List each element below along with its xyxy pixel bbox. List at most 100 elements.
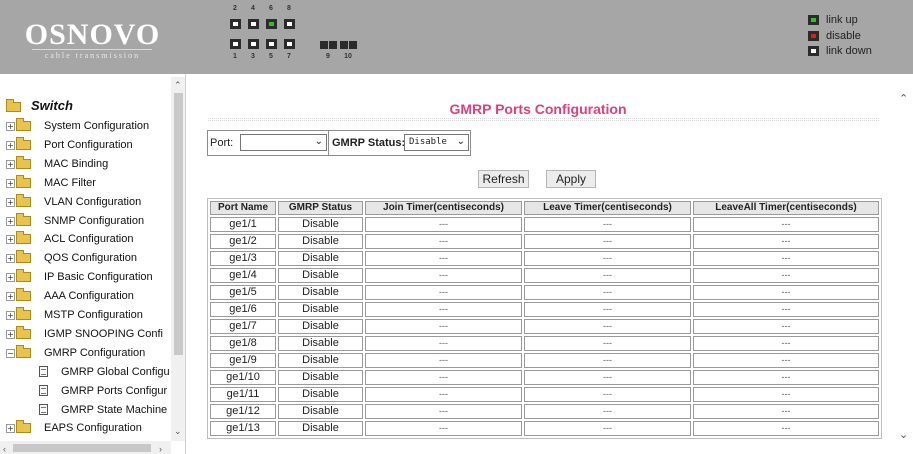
folder-icon: [16, 136, 31, 150]
scroll-down-icon[interactable]: ⌄: [174, 426, 182, 436]
table-row[interactable]: ge1/7 Disable --- --- ---: [210, 319, 879, 334]
sidebar-item-mac-binding[interactable]: + MAC Binding: [6, 155, 170, 172]
port-select[interactable]: ⌄: [240, 134, 327, 151]
sidebar-item-gmrp-global-configu[interactable]: GMRP Global Configu: [6, 364, 170, 380]
ethernet-port-icon[interactable]: [230, 19, 241, 29]
table-row[interactable]: ge1/2 Disable --- --- ---: [210, 234, 879, 249]
table-cell: ge1/6: [210, 302, 276, 317]
ethernet-port-icon[interactable]: [284, 19, 295, 29]
fiber-port-icon[interactable]: [320, 41, 328, 49]
fiber-port-icon[interactable]: [329, 41, 337, 49]
table-row[interactable]: ge1/9 Disable --- --- ---: [210, 353, 879, 368]
sidebar-item-label: GMRP Ports Configur: [61, 384, 168, 397]
expand-icon[interactable]: +: [6, 197, 15, 207]
expand-icon[interactable]: +: [6, 311, 15, 320]
folder-icon: [16, 212, 31, 226]
sidebar-item-eaps-configuration[interactable]: + EAPS Configuration: [6, 420, 170, 436]
ethernet-port-icon[interactable]: [248, 39, 259, 49]
table-row[interactable]: ge1/12 Disable --- --- ---: [210, 404, 879, 419]
fiber-port-icon[interactable]: [349, 41, 357, 49]
sidebar-hscroll-thumb[interactable]: [13, 444, 151, 452]
main-scroll-up-icon[interactable]: ⌃: [899, 92, 908, 105]
sidebar-item-gmrp-configuration[interactable]: − GMRP Configuration: [6, 344, 170, 361]
sidebar-item-igmp-snooping-confi[interactable]: + IGMP SNOOPING Confi: [6, 325, 170, 342]
ethernet-port-icon[interactable]: [284, 39, 295, 49]
table-cell: ---: [524, 370, 691, 385]
table-row[interactable]: ge1/4 Disable --- --- ---: [210, 268, 879, 283]
table-cell: Disable: [278, 285, 363, 300]
sidebar-item-vlan-configuration[interactable]: + VLAN Configuration: [6, 193, 170, 210]
table-cell: ---: [524, 404, 691, 419]
table-cell: ---: [365, 302, 522, 317]
port-number-label: 8: [287, 5, 291, 12]
folder-icon: [16, 193, 31, 207]
sidebar-item-gmrp-ports-configur[interactable]: GMRP Ports Configur: [6, 383, 170, 399]
table-cell: ---: [524, 234, 691, 249]
table-row[interactable]: ge1/6 Disable --- --- ---: [210, 302, 879, 317]
expand-icon[interactable]: +: [6, 159, 15, 169]
ethernet-port-icon[interactable]: [266, 19, 277, 29]
scroll-left-icon[interactable]: ‹: [3, 444, 6, 454]
expand-icon[interactable]: +: [6, 273, 15, 283]
expand-icon[interactable]: +: [6, 122, 15, 131]
scroll-right-icon[interactable]: ›: [159, 444, 162, 454]
legend-label: link up: [826, 14, 858, 26]
port-number-label: 2: [233, 5, 237, 12]
ethernet-port-icon[interactable]: [266, 39, 277, 49]
table-row[interactable]: ge1/5 Disable --- --- ---: [210, 285, 879, 300]
port-number-label: 9: [326, 53, 330, 60]
expand-icon[interactable]: +: [6, 235, 15, 245]
table-row[interactable]: ge1/8 Disable --- --- ---: [210, 336, 879, 351]
sidebar-item-ip-basic-configuration[interactable]: + IP Basic Configuration: [6, 269, 170, 285]
table-row[interactable]: ge1/11 Disable --- --- ---: [210, 387, 879, 402]
table-header-row: Port Name GMRP Status Join Timer(centise…: [210, 201, 879, 215]
apply-button[interactable]: Apply: [546, 170, 596, 188]
table-cell: Disable: [278, 302, 363, 317]
sidebar-item-qos-configuration[interactable]: + QOS Configuration: [6, 250, 170, 266]
port-number-label: 3: [251, 53, 255, 60]
table-row[interactable]: ge1/1 Disable --- --- ---: [210, 217, 879, 232]
table-cell: ge1/7: [210, 319, 276, 334]
sidebar-item-label: IGMP SNOOPING Confi: [44, 327, 163, 340]
port-number-label: 6: [269, 5, 273, 12]
ethernet-port-icon[interactable]: [230, 39, 241, 49]
expand-icon[interactable]: +: [6, 216, 15, 226]
table-row[interactable]: ge1/3 Disable --- --- ---: [210, 251, 879, 266]
sidebar-scroll-thumb[interactable]: [174, 93, 183, 355]
table-cell: ---: [693, 404, 879, 419]
main-scroll-down-icon[interactable]: ⌄: [899, 428, 908, 441]
table-row[interactable]: ge1/13 Disable --- --- ---: [210, 421, 879, 436]
sidebar-item-gmrp-state-machine[interactable]: GMRP State Machine: [6, 402, 170, 418]
table-cell: ge1/9: [210, 353, 276, 368]
refresh-button[interactable]: Refresh: [478, 170, 529, 188]
folder-icon: [16, 269, 31, 283]
expand-icon[interactable]: +: [6, 292, 15, 302]
table-cell: ---: [524, 353, 691, 368]
ethernet-port-icon[interactable]: [248, 19, 259, 29]
expand-icon[interactable]: +: [6, 329, 15, 339]
table-cell: ---: [524, 251, 691, 266]
sidebar-item-port-configuration[interactable]: + Port Configuration: [6, 136, 170, 153]
expand-icon[interactable]: +: [6, 254, 15, 264]
sidebar-item-acl-configuration[interactable]: + ACL Configuration: [6, 231, 170, 247]
table-cell: ---: [365, 421, 522, 436]
table-row[interactable]: ge1/10 Disable --- --- ---: [210, 370, 879, 385]
column-header: Leave Timer(centiseconds): [524, 201, 691, 215]
legend-label: disable: [826, 30, 861, 42]
sidebar-item-aaa-configuration[interactable]: + AAA Configuration: [6, 288, 170, 304]
expand-icon[interactable]: +: [6, 140, 15, 150]
brand-divider: [32, 49, 152, 50]
table-cell: ---: [524, 217, 691, 232]
scroll-up-icon[interactable]: ⌃: [174, 80, 182, 90]
sidebar-item-mstp-configuration[interactable]: + MSTP Configuration: [6, 307, 170, 323]
gmrp-status-select[interactable]: Disable ⌄: [404, 134, 469, 151]
collapse-icon[interactable]: −: [6, 348, 15, 358]
expand-icon[interactable]: +: [6, 178, 15, 188]
header-bar: OSNOVO cable transmission: [0, 0, 913, 74]
expand-icon[interactable]: +: [6, 424, 15, 434]
sidebar-item-mac-filter[interactable]: + MAC Filter: [6, 174, 170, 191]
fiber-port-icon[interactable]: [340, 41, 348, 49]
table-cell: ---: [524, 336, 691, 351]
sidebar-item-snmp-configuration[interactable]: + SNMP Configuration: [6, 212, 170, 229]
sidebar-item-system-configuration[interactable]: + System Configuration: [6, 118, 170, 134]
